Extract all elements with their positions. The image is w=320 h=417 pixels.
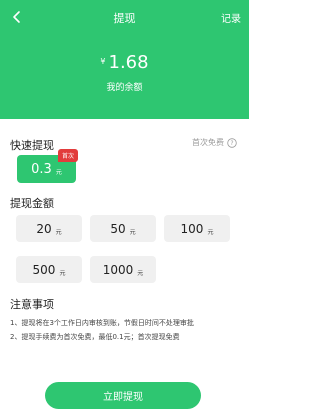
page-title: 提现 xyxy=(113,12,136,25)
records-link[interactable]: 记录 xyxy=(221,10,241,25)
quick-amount-value: 0.3 xyxy=(31,161,52,177)
amount-value: 50 xyxy=(110,221,126,236)
header: 提现 记录 ¥1.68 我的余额 xyxy=(0,0,249,119)
amount-title: 提现金额 xyxy=(10,197,54,210)
amount-option-20[interactable]: 20 元 xyxy=(16,215,82,242)
amount-value: 100 xyxy=(180,221,204,236)
svg-text:?: ? xyxy=(230,140,233,147)
balance-amount: 1.68 xyxy=(108,52,149,73)
help-icon[interactable]: ? xyxy=(227,137,237,148)
amount-option-50[interactable]: 50 元 xyxy=(90,215,156,242)
first-free-label: 首次免费 xyxy=(192,138,224,147)
first-free-hint: 首次免费 ? xyxy=(192,137,237,148)
amount-unit: 元 xyxy=(59,269,66,277)
amount-option-500[interactable]: 500 元 xyxy=(16,256,82,283)
amount-value: 1000 xyxy=(102,262,134,277)
amount-unit: 元 xyxy=(207,228,214,236)
amount-value: 500 xyxy=(32,262,56,277)
amount-unit: 元 xyxy=(55,228,62,236)
quick-amount-unit: 元 xyxy=(55,169,62,176)
amount-option-1000[interactable]: 1000 元 xyxy=(90,256,156,283)
note-item: 2、提现手续费为首次免费，最低0.1元；首次提现免费 xyxy=(10,333,180,341)
amount-unit: 元 xyxy=(137,269,144,277)
amount-value: 20 xyxy=(36,221,52,236)
amount-option-100[interactable]: 100 元 xyxy=(164,215,230,242)
balance-display: ¥1.68 xyxy=(0,52,249,73)
notes-list: 1、提现将在3个工作日内审核到账，节假日时间不处理审批 2、提现手续费为首次免费… xyxy=(10,316,242,344)
currency-symbol: ¥ xyxy=(100,57,106,66)
note-item: 1、提现将在3个工作日内审核到账，节假日时间不处理审批 xyxy=(10,319,194,327)
first-time-badge: 首次 xyxy=(58,149,79,162)
amount-unit: 元 xyxy=(129,228,136,236)
balance-label: 我的余额 xyxy=(106,83,143,93)
quick-withdraw-title: 快速提现 xyxy=(10,139,54,152)
withdraw-now-button[interactable]: 立即提现 xyxy=(45,382,201,409)
notes-title: 注意事项 xyxy=(10,298,54,311)
